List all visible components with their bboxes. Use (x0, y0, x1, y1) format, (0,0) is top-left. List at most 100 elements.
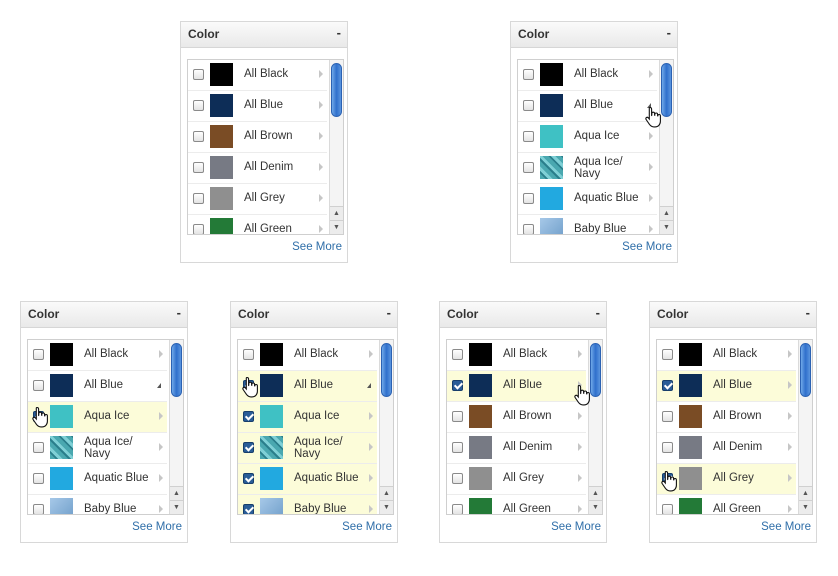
submenu-arrow-icon[interactable] (319, 225, 323, 233)
see-more-link[interactable]: See More (761, 521, 811, 533)
scrollbar[interactable]: ▲ ▼ (798, 340, 812, 514)
list-item[interactable]: All Blue (188, 91, 327, 122)
scrollbar[interactable]: ▲ ▼ (379, 340, 393, 514)
submenu-arrow-icon[interactable] (319, 194, 323, 202)
list-item[interactable]: All Black (238, 340, 377, 371)
list-item[interactable]: All Black (518, 60, 657, 91)
scroll-down-arrow-icon[interactable]: ▼ (330, 220, 343, 234)
scroll-up-arrow-icon[interactable]: ▲ (380, 486, 393, 500)
scrollbar-thumb[interactable] (171, 343, 182, 397)
expanded-arrow-icon[interactable] (157, 383, 161, 388)
list-item[interactable]: Aqua Ice/ Navy (238, 433, 377, 464)
submenu-arrow-icon[interactable] (788, 474, 792, 482)
collapse-button[interactable]: - (806, 305, 810, 320)
scroll-down-arrow-icon[interactable]: ▼ (660, 220, 673, 234)
list-item[interactable]: All Blue (518, 91, 657, 122)
list-item[interactable]: All Denim (188, 153, 327, 184)
list-item[interactable]: Baby Blue (518, 215, 657, 234)
checkbox[interactable] (33, 442, 44, 453)
submenu-arrow-icon[interactable] (788, 381, 792, 389)
submenu-arrow-icon[interactable] (649, 194, 653, 202)
list-item[interactable]: All Denim (657, 433, 796, 464)
checkbox[interactable] (452, 504, 463, 514)
list-item[interactable]: Baby Blue (238, 495, 377, 514)
checkbox[interactable] (523, 69, 534, 80)
submenu-arrow-icon[interactable] (369, 412, 373, 420)
collapse-button[interactable]: - (596, 305, 600, 320)
submenu-arrow-icon[interactable] (369, 505, 373, 513)
list-item[interactable]: Aqua Ice (518, 122, 657, 153)
collapse-button[interactable]: - (387, 305, 391, 320)
checkbox[interactable] (243, 349, 254, 360)
scroll-up-arrow-icon[interactable]: ▲ (330, 206, 343, 220)
checkbox[interactable] (662, 442, 673, 453)
scrollbar-thumb[interactable] (381, 343, 392, 397)
submenu-arrow-icon[interactable] (649, 132, 653, 140)
checkbox[interactable] (452, 442, 463, 453)
checkbox[interactable] (662, 349, 673, 360)
submenu-arrow-icon[interactable] (578, 474, 582, 482)
list-item[interactable]: All Brown (447, 402, 586, 433)
panel-header[interactable]: Color - (650, 302, 816, 328)
checkbox[interactable] (452, 473, 463, 484)
checkbox[interactable] (662, 380, 673, 391)
submenu-arrow-icon[interactable] (319, 132, 323, 140)
scroll-up-arrow-icon[interactable]: ▲ (799, 486, 812, 500)
checkbox[interactable] (193, 69, 204, 80)
scrollbar[interactable]: ▲ ▼ (169, 340, 183, 514)
list-item[interactable]: Aquatic Blue (518, 184, 657, 215)
checkbox[interactable] (33, 504, 44, 514)
see-more-link[interactable]: See More (551, 521, 601, 533)
checkbox[interactable] (523, 100, 534, 111)
list-item[interactable]: All Blue (657, 371, 796, 402)
submenu-arrow-icon[interactable] (319, 163, 323, 171)
checkbox[interactable] (523, 162, 534, 173)
list-item[interactable]: Aquatic Blue (238, 464, 377, 495)
collapse-button[interactable]: - (177, 305, 181, 320)
panel-header[interactable]: Color - (511, 22, 677, 48)
checkbox[interactable] (523, 224, 534, 234)
checkbox[interactable] (193, 224, 204, 234)
scroll-down-arrow-icon[interactable]: ▼ (380, 500, 393, 514)
list-item[interactable]: Aqua Ice/ Navy (28, 433, 167, 464)
list-item[interactable]: All Black (447, 340, 586, 371)
list-item[interactable]: All Brown (657, 402, 796, 433)
list-item[interactable]: All Black (657, 340, 796, 371)
scroll-down-arrow-icon[interactable]: ▼ (589, 500, 602, 514)
checkbox[interactable] (243, 504, 254, 514)
list-item[interactable]: All Blue (447, 371, 586, 402)
list-item[interactable]: All Denim (447, 433, 586, 464)
list-item[interactable]: All Black (28, 340, 167, 371)
checkbox[interactable] (452, 349, 463, 360)
submenu-arrow-icon[interactable] (578, 350, 582, 358)
see-more-link[interactable]: See More (342, 521, 392, 533)
checkbox[interactable] (193, 162, 204, 173)
list-item[interactable]: All Green (447, 495, 586, 514)
scroll-up-arrow-icon[interactable]: ▲ (170, 486, 183, 500)
list-item[interactable]: All Green (657, 495, 796, 514)
scrollbar-thumb[interactable] (800, 343, 811, 397)
checkbox[interactable] (193, 100, 204, 111)
see-more-link[interactable]: See More (132, 521, 182, 533)
checkbox[interactable] (662, 411, 673, 422)
checkbox[interactable] (193, 131, 204, 142)
checkbox[interactable] (523, 193, 534, 204)
checkbox[interactable] (33, 380, 44, 391)
checkbox[interactable] (243, 442, 254, 453)
panel-header[interactable]: Color - (440, 302, 606, 328)
submenu-arrow-icon[interactable] (159, 443, 163, 451)
submenu-arrow-icon[interactable] (788, 412, 792, 420)
submenu-arrow-icon[interactable] (369, 474, 373, 482)
collapse-button[interactable]: - (337, 25, 341, 40)
list-item[interactable]: All Black (188, 60, 327, 91)
panel-header[interactable]: Color - (181, 22, 347, 48)
list-item[interactable]: Aqua Ice (238, 402, 377, 433)
scroll-up-arrow-icon[interactable]: ▲ (660, 206, 673, 220)
checkbox[interactable] (243, 411, 254, 422)
panel-header[interactable]: Color - (231, 302, 397, 328)
submenu-arrow-icon[interactable] (369, 350, 373, 358)
list-item[interactable]: All Brown (188, 122, 327, 153)
checkbox[interactable] (33, 349, 44, 360)
list-item[interactable]: All Grey (188, 184, 327, 215)
submenu-arrow-icon[interactable] (319, 70, 323, 78)
